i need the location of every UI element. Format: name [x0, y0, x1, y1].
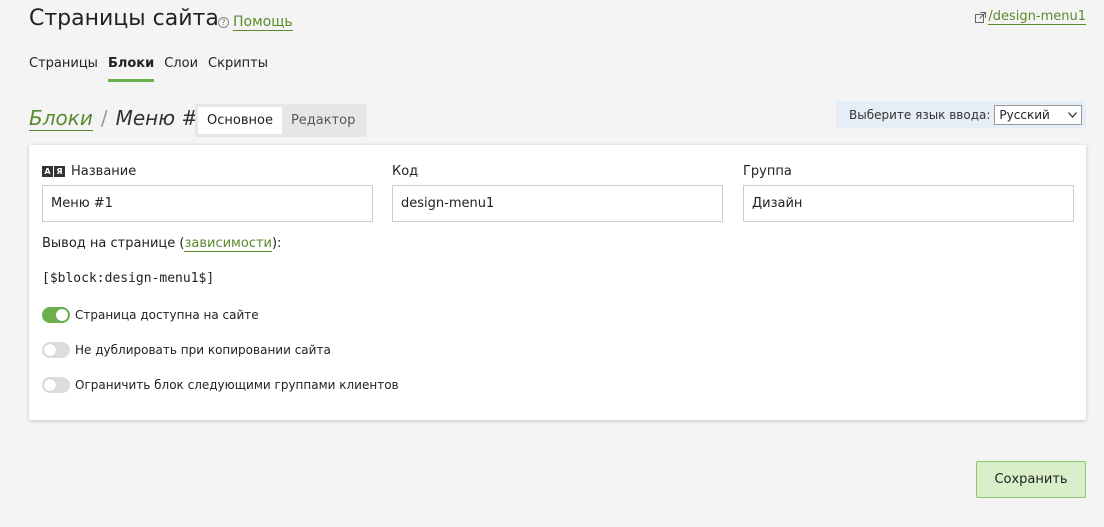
breadcrumb-blocks-link[interactable]: Блоки — [29, 106, 93, 131]
language-label: Выберите язык ввода: — [849, 107, 991, 122]
dependencies-link[interactable]: зависимости — [184, 236, 272, 252]
question-icon: ? — [218, 17, 229, 28]
tab-blocks[interactable]: Блоки — [107, 56, 155, 82]
output-line: Вывод на странице (зависимости): — [42, 236, 282, 252]
language-selector: Выберите язык ввода: Русский — [836, 101, 1086, 128]
restrict-groups-toggle[interactable] — [42, 377, 70, 393]
block-form-card: AЯ Название Меню #1 Код design-menu1 Гру… — [29, 145, 1086, 420]
group-field-group: Группа Дизайн — [743, 163, 1074, 222]
tab-main[interactable]: Основное — [198, 107, 282, 134]
chevron-down-icon — [1068, 111, 1078, 118]
code-input[interactable]: design-menu1 — [392, 185, 723, 222]
code-field-group: Код design-menu1 — [392, 163, 723, 222]
name-label: Название — [71, 163, 137, 179]
tab-scripts[interactable]: Скрипты — [208, 56, 268, 82]
name-field-group: AЯ Название Меню #1 — [42, 163, 373, 222]
toggle-row-available: Страница доступна на сайте — [42, 307, 259, 323]
sub-tabs: Основное Редактор — [195, 104, 368, 137]
available-label: Страница доступна на сайте — [75, 308, 259, 322]
no-duplicate-toggle[interactable] — [42, 342, 70, 358]
save-button[interactable]: Сохранить — [976, 461, 1086, 498]
block-code-snippet: [$block:design-menu1$] — [42, 271, 215, 286]
help-label: Помощь — [233, 14, 293, 31]
code-label: Код — [392, 163, 419, 179]
group-input[interactable]: Дизайн — [743, 185, 1074, 222]
external-link-icon — [975, 11, 987, 23]
no-duplicate-label: Не дублировать при копировании сайта — [75, 343, 331, 357]
toggle-row-restrict: Ограничить блок следующими группами клие… — [42, 377, 399, 393]
tab-pages[interactable]: Страницы — [29, 56, 98, 82]
external-link-label: /design-menu1 — [988, 9, 1086, 25]
page-title: Страницы сайта — [29, 6, 219, 31]
toggle-row-no-duplicate: Не дублировать при копировании сайта — [42, 342, 331, 358]
breadcrumb-separator: / — [100, 106, 108, 130]
available-toggle[interactable] — [42, 307, 70, 323]
name-input[interactable]: Меню #1 — [42, 185, 373, 222]
breadcrumb: Блоки / Меню #1 — [29, 106, 211, 131]
group-label: Группа — [743, 163, 792, 179]
output-suffix: ): — [271, 236, 282, 251]
help-link[interactable]: ? Помощь — [218, 14, 293, 31]
restrict-groups-label: Ограничить блок следующими группами клие… — [75, 378, 399, 392]
language-selected: Русский — [999, 107, 1050, 122]
language-select[interactable]: Русский — [994, 104, 1083, 125]
main-tabs: Страницы Блоки Слои Скрипты — [29, 56, 278, 82]
external-page-link[interactable]: /design-menu1 — [975, 9, 1086, 25]
output-prefix: Вывод на странице ( — [42, 236, 185, 251]
tab-editor[interactable]: Редактор — [282, 107, 364, 134]
tab-layers[interactable]: Слои — [164, 56, 198, 82]
translate-icon: AЯ — [42, 165, 66, 177]
